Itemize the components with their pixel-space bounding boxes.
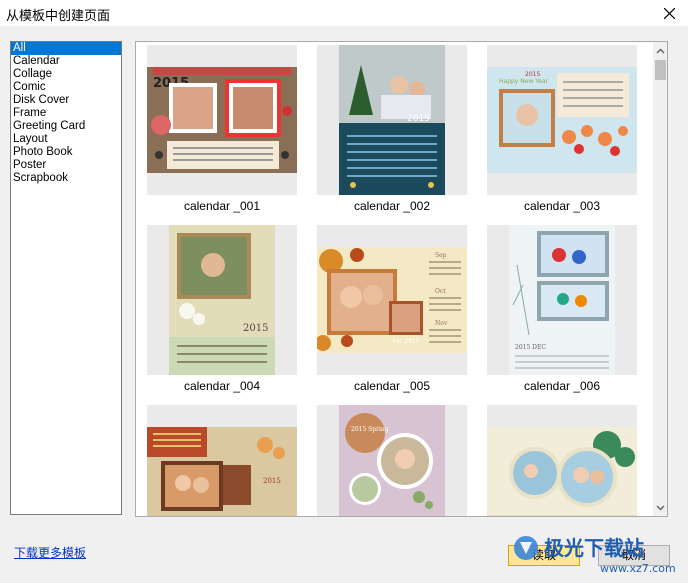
- template-tile[interactable]: 2015 DEC calendar _006: [487, 225, 637, 395]
- category-item[interactable]: Poster: [11, 159, 121, 172]
- vertical-scrollbar[interactable]: [653, 42, 667, 516]
- template-banner: 2015 Spring: [351, 426, 389, 433]
- close-icon: [663, 7, 675, 19]
- template-year: 2015: [525, 71, 540, 78]
- category-item[interactable]: Greeting Card: [11, 120, 121, 133]
- calendar-009-image: [487, 427, 637, 516]
- template-thumbnail: [487, 405, 637, 516]
- watermark-brand: 极光下载站: [544, 536, 644, 560]
- watermark-url: www.xz7.com: [600, 562, 676, 575]
- calendar-002-image: 2015: [339, 45, 445, 195]
- category-item[interactable]: Frame: [11, 107, 121, 120]
- template-tile[interactable]: 2015 Spring: [317, 405, 467, 516]
- watermark-logo: 极光下载站 www.xz7.com: [514, 536, 676, 575]
- template-tile[interactable]: 2015: [147, 405, 297, 516]
- template-tile[interactable]: 2015 Happy New Year calendar _003: [487, 45, 637, 215]
- download-more-templates-link[interactable]: 下载更多模板: [14, 544, 86, 561]
- category-item[interactable]: Calendar: [11, 55, 121, 68]
- template-name: calendar _002: [353, 199, 431, 213]
- category-item[interactable]: Photo Book: [11, 146, 121, 159]
- template-name: calendar _001: [183, 199, 261, 213]
- calendar-003-image: 2015 Happy New Year: [487, 67, 637, 173]
- chevron-up-icon: [656, 48, 665, 53]
- template-name: calendar _003: [523, 199, 601, 213]
- template-tag: For 2015: [393, 338, 420, 345]
- template-greeting: Happy New Year: [499, 78, 548, 85]
- template-tile[interactable]: For 2015 Sep Oct Nov calendar _005: [317, 225, 467, 395]
- template-tile[interactable]: 2015 calendar _002: [317, 45, 467, 215]
- calendar-001-image: 2015: [147, 67, 297, 173]
- calendar-008-image: 2015 Spring: [339, 405, 445, 516]
- scroll-thumb[interactable]: [655, 60, 666, 80]
- close-button[interactable]: [656, 2, 682, 24]
- template-year: 2015: [263, 477, 281, 485]
- calendar-004-image: 2015: [169, 225, 275, 375]
- template-thumbnail: 2015 Happy New Year: [487, 45, 637, 195]
- scroll-up-button[interactable]: [653, 42, 667, 59]
- calendar-005-image: For 2015 Sep Oct Nov: [317, 247, 467, 353]
- category-item[interactable]: Collage: [11, 68, 121, 81]
- template-thumbnail: 2015: [147, 405, 297, 516]
- template-thumbnail: For 2015 Sep Oct Nov: [317, 225, 467, 375]
- template-gallery[interactable]: 2015 calendar _001 2015: [135, 41, 668, 517]
- category-item[interactable]: Scrapbook: [11, 172, 121, 185]
- template-tile[interactable]: 2015 calendar _004: [147, 225, 297, 395]
- template-tile[interactable]: [487, 405, 637, 516]
- calendar-007-image: 2015: [147, 427, 297, 516]
- template-tile[interactable]: 2015 calendar _001: [147, 45, 297, 215]
- scroll-down-button[interactable]: [653, 499, 667, 516]
- template-name: calendar _005: [353, 379, 431, 393]
- template-thumbnail: 2015: [317, 45, 467, 195]
- template-year: 2015: [407, 114, 430, 124]
- category-item[interactable]: Layout: [11, 133, 121, 146]
- template-thumbnail: 2015 Spring: [317, 405, 467, 516]
- category-item[interactable]: Disk Cover: [11, 94, 121, 107]
- template-name: calendar _004: [183, 379, 261, 393]
- template-thumbnail: 2015: [147, 225, 297, 375]
- chevron-down-icon: [656, 505, 665, 510]
- template-month: 2015 DEC: [515, 344, 546, 351]
- template-name: calendar _006: [523, 379, 601, 393]
- template-thumbnail: 2015: [147, 45, 297, 195]
- template-month: Nov: [435, 320, 448, 327]
- title-bar: 从模板中创建页面: [0, 0, 688, 26]
- category-list[interactable]: All Calendar Collage Comic Disk Cover Frame Gr…: [10, 41, 122, 515]
- template-month: Oct: [435, 288, 446, 295]
- template-year: 2015: [243, 323, 268, 334]
- category-item[interactable]: Comic: [11, 81, 121, 94]
- calendar-006-image: 2015 DEC: [509, 225, 615, 375]
- window-title: 从模板中创建页面: [6, 9, 111, 24]
- category-item[interactable]: All: [11, 42, 121, 55]
- template-thumbnail: 2015 DEC: [487, 225, 637, 375]
- template-month: Sep: [435, 252, 447, 259]
